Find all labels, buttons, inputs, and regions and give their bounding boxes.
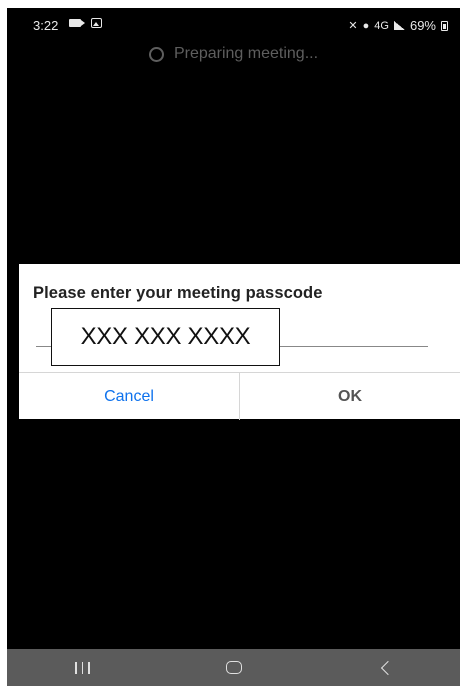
recents-icon (75, 661, 90, 674)
signal-icon (393, 21, 405, 30)
spinner-icon (148, 46, 164, 62)
status-left-icons (69, 18, 102, 28)
back-icon (380, 660, 395, 675)
home-icon (225, 661, 242, 674)
video-camera-icon (69, 19, 85, 27)
ok-button[interactable]: OK (240, 373, 460, 420)
passcode-dialog: Please enter your meeting passcode XXX X… (19, 264, 460, 420)
navigation-bar (7, 649, 460, 686)
status-right-icons: ✕ ● 4G 69% (348, 18, 448, 33)
back-button[interactable] (355, 649, 415, 686)
status-bar: 3:22 ✕ ● 4G 69% (7, 8, 460, 38)
passcode-input[interactable]: XXX XXX XXXX (51, 308, 280, 366)
home-button[interactable] (204, 649, 264, 686)
preparing-status: Preparing meeting... (7, 45, 460, 63)
dialog-actions: Cancel OK (19, 372, 460, 420)
network-indicator: 4G (374, 19, 389, 32)
gallery-icon (91, 18, 102, 28)
preparing-text: Preparing meeting... (173, 45, 319, 62)
battery-percent: 69% (409, 18, 436, 33)
cancel-button[interactable]: Cancel (19, 373, 240, 420)
location-icon: ● (362, 19, 370, 32)
status-time: 3:22 (33, 18, 59, 33)
battery-icon (441, 20, 448, 31)
dialog-title: Please enter your meeting passcode (33, 284, 323, 302)
mute-icon: ✕ (348, 20, 358, 32)
app-screen: 3:22 ✕ ● 4G 69% Preparing meeting... Ple… (7, 8, 460, 649)
recents-button[interactable] (53, 649, 113, 686)
